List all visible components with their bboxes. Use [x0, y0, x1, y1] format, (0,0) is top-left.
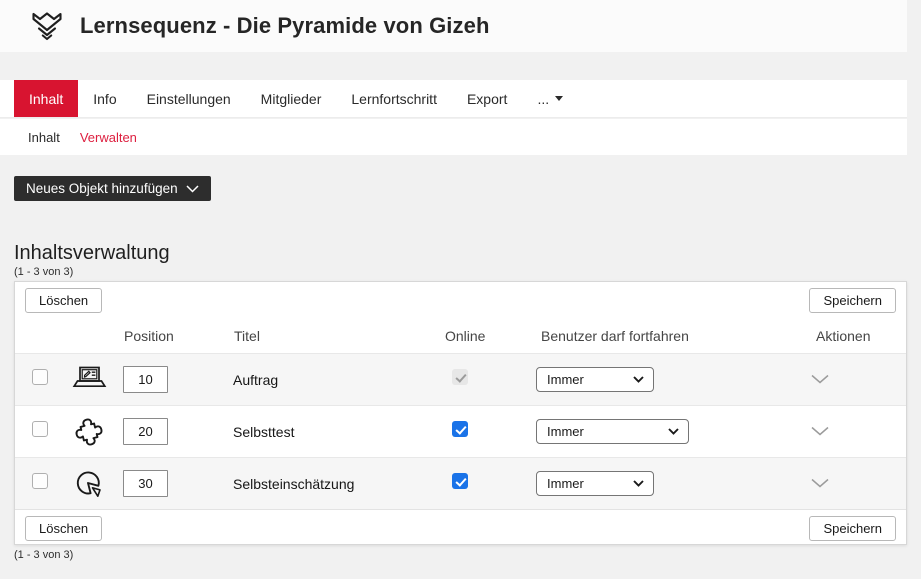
row-title: Selbsttest — [229, 424, 440, 440]
online-checkbox — [452, 369, 468, 385]
actions-chevron-icon[interactable] — [811, 374, 829, 384]
row-title: Auftrag — [229, 372, 440, 388]
tab-overflow-label: ... — [537, 91, 549, 107]
table-header-row: Position Titel Online Benutzer darf fort… — [15, 319, 906, 353]
row-select-checkbox[interactable] — [32, 473, 48, 489]
table-actionbar-bottom: Löschen Speichern — [15, 509, 906, 544]
position-input[interactable] — [123, 470, 168, 497]
proceed-select-value: Immer — [547, 372, 584, 387]
exercise-icon — [71, 362, 107, 398]
tab-info[interactable]: Info — [78, 80, 131, 117]
table-actionbar-top: Löschen Speichern — [15, 282, 906, 319]
table-row: Auftrag Immer — [15, 353, 906, 405]
delete-button-top[interactable]: Löschen — [25, 288, 102, 313]
tab-inhalt[interactable]: Inhalt — [14, 80, 78, 117]
test-icon — [71, 414, 107, 450]
proceed-select-value: Immer — [547, 424, 584, 439]
row-select-checkbox[interactable] — [32, 421, 48, 437]
table-row: Selbsteinschätzung Immer — [15, 457, 906, 509]
learning-sequence-icon — [30, 9, 64, 43]
page-header: Lernsequenz - Die Pyramide von Gizeh — [0, 0, 907, 52]
subtab-inhalt[interactable]: Inhalt — [28, 130, 60, 145]
column-header-position: Position — [119, 328, 229, 344]
tab-lernfortschritt[interactable]: Lernfortschritt — [336, 80, 452, 117]
tab-mitglieder[interactable]: Mitglieder — [246, 80, 337, 117]
row-title: Selbsteinschätzung — [229, 476, 440, 492]
add-object-button-label: Neues Objekt hinzufügen — [26, 181, 178, 196]
proceed-select[interactable]: Immer — [536, 419, 689, 444]
proceed-select[interactable]: Immer — [536, 471, 654, 496]
save-button-top[interactable]: Speichern — [809, 288, 896, 313]
tab-export[interactable]: Export — [452, 80, 522, 117]
position-input[interactable] — [123, 366, 168, 393]
subtab-bar: Inhalt Verwalten — [0, 119, 907, 155]
row-select-checkbox[interactable] — [32, 369, 48, 385]
result-range-bottom: (1 - 3 von 3) — [14, 549, 73, 561]
delete-button-bottom[interactable]: Löschen — [25, 516, 102, 541]
position-input[interactable] — [123, 418, 168, 445]
tab-overflow[interactable]: ... — [522, 80, 578, 117]
tab-bar: Inhalt Info Einstellungen Mitglieder Ler… — [0, 80, 907, 118]
actions-chevron-icon[interactable] — [811, 478, 829, 488]
save-button-bottom[interactable]: Speichern — [809, 516, 896, 541]
content-table: Löschen Speichern Position Titel Online … — [14, 281, 907, 545]
column-header-title: Titel — [229, 328, 440, 344]
chevron-down-icon — [633, 480, 644, 487]
chevron-down-icon — [668, 428, 679, 435]
tab-einstellungen[interactable]: Einstellungen — [132, 80, 246, 117]
page-title: Lernsequenz - Die Pyramide von Gizeh — [80, 13, 489, 39]
proceed-select-value: Immer — [547, 476, 584, 491]
actions-chevron-icon[interactable] — [811, 426, 829, 436]
subtab-verwalten[interactable]: Verwalten — [80, 130, 137, 145]
column-header-proceed: Benutzer darf fortfahren — [536, 328, 802, 344]
column-header-actions: Aktionen — [802, 328, 906, 344]
chevron-down-icon — [186, 185, 199, 193]
proceed-select[interactable]: Immer — [536, 367, 654, 392]
caret-down-icon — [555, 96, 563, 101]
add-object-button[interactable]: Neues Objekt hinzufügen — [14, 176, 211, 201]
survey-icon — [71, 466, 107, 502]
chevron-down-icon — [633, 376, 644, 383]
online-checkbox[interactable] — [452, 473, 468, 489]
result-range-top: (1 - 3 von 3) — [14, 266, 73, 278]
table-row: Selbsttest Immer — [15, 405, 906, 457]
section-title: Inhaltsverwaltung — [14, 242, 170, 265]
column-header-online: Online — [440, 328, 536, 344]
online-checkbox[interactable] — [452, 421, 468, 437]
